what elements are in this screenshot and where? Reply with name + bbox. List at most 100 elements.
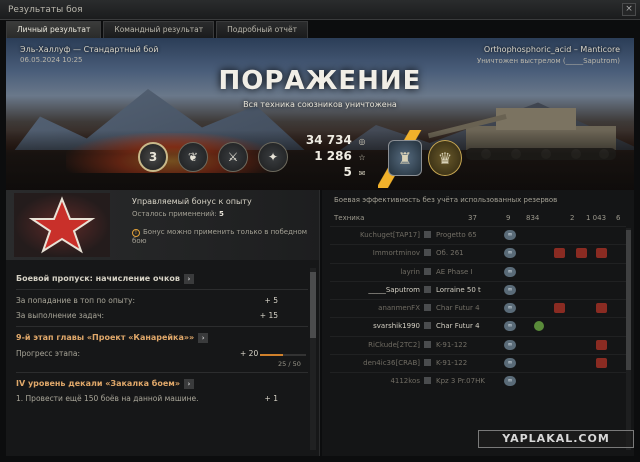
tank-name: K-91-122 xyxy=(436,340,468,349)
scrollbar[interactable] xyxy=(310,268,316,450)
table-row[interactable]: layrin AE Phase I ∞ xyxy=(330,262,626,281)
achievement-badges: 3 ❦ ⚔ ✦ xyxy=(138,142,288,172)
scrollbar-thumb[interactable] xyxy=(626,230,631,370)
list-item: 1. Провести ещё 150 боёв на данной машин… xyxy=(16,391,308,406)
table-row[interactable]: ananmenFX Char Futur 4 ∞ xyxy=(330,299,626,317)
crossed-medal-icon[interactable]: ✦ xyxy=(258,142,288,172)
item-value: + 5 xyxy=(264,296,278,305)
tab-personal[interactable]: Личный результат xyxy=(6,21,102,38)
window-titlebar: Результаты боя × xyxy=(0,0,640,20)
tank-class-icon xyxy=(424,377,431,385)
item-value: + 1 xyxy=(264,394,278,403)
efficiency-title: Боевая эффективность без учёта использов… xyxy=(334,196,558,204)
progress-bar xyxy=(260,354,306,356)
tab-team[interactable]: Командный результат xyxy=(103,21,215,38)
sword-medal-icon[interactable]: ⚔ xyxy=(218,142,248,172)
battle-result: ПОРАЖЕНИЕ xyxy=(218,66,422,96)
team-table-header: Техника 37 9 834 2 1 043 6 xyxy=(334,212,630,226)
star-icon: ☆ xyxy=(358,153,366,162)
col-header[interactable]: 1 043 xyxy=(586,214,606,222)
efficiency-icon: ∞ xyxy=(504,358,516,369)
efficiency-icon: ∞ xyxy=(504,284,516,295)
table-row[interactable]: svarshik1990 Char Futur 4 ∞ xyxy=(330,317,626,335)
class-rank-badge[interactable]: 3 xyxy=(138,142,168,172)
rank-medal-icon[interactable]: ♛ xyxy=(428,140,462,176)
scrollbar[interactable] xyxy=(626,228,631,450)
progress-label: Прогресс этапа: xyxy=(16,349,81,358)
chapter-title-text: 9-й этап главы «Проект «Канарейка»» xyxy=(16,333,195,342)
chevron-right-icon[interactable]: › xyxy=(198,332,209,343)
bonus-note: ! Бонус можно применить только в победном… xyxy=(132,228,319,245)
player-name: RiCkude[2TC2] xyxy=(368,340,420,349)
close-icon[interactable]: × xyxy=(622,3,636,16)
chapter-progress: Прогресс этапа: + 20 25 / 50 xyxy=(16,345,308,369)
tab-bar: Личный результат Командный результат Под… xyxy=(6,21,308,38)
efficiency-icon: ∞ xyxy=(504,339,516,350)
bonus-remaining: Осталось применений: 5 xyxy=(132,210,224,218)
battlepass-title-text: Боевой пропуск: начисление очков xyxy=(16,274,180,283)
divider xyxy=(16,289,308,290)
tank-class-icon xyxy=(424,304,431,312)
item-label: 1. Провести ещё 150 боёв на данной машин… xyxy=(16,394,199,403)
xp-bonus-box: Управляемый бонус к опыту Осталось приме… xyxy=(6,190,319,260)
free-xp-value: 5 xyxy=(343,165,352,179)
player-name: Kuchuget[TAP17] xyxy=(359,231,420,239)
progress-list: Боевой пропуск: начисление очков › За поп… xyxy=(16,268,308,454)
chevron-right-icon[interactable]: › xyxy=(183,378,194,389)
col-tech[interactable]: Техника xyxy=(334,214,364,222)
item-label: За выполнение задач: xyxy=(16,311,105,320)
decal-title: IV уровень декали «Закалка боем» › xyxy=(16,377,308,391)
table-row[interactable]: den4ic36[CRAB] K-91-122 ∞ xyxy=(330,354,626,372)
tank-name: AE Phase I xyxy=(436,267,473,276)
damage-marker-icon xyxy=(596,339,607,350)
bonus-note-text: Бонус можно применить только в победном … xyxy=(132,228,308,245)
player-name: den4ic36[CRAB] xyxy=(363,359,420,368)
battle-earnings: 34 734 ◎ 1 286 ☆ 5 ✉ xyxy=(290,133,368,181)
col-header[interactable]: 9 xyxy=(506,214,510,222)
efficiency-icon: ∞ xyxy=(504,266,516,277)
tank-class-icon xyxy=(424,359,431,367)
free-xp-line: 5 ✉ xyxy=(290,165,368,181)
mastery-medal-icon[interactable]: ♜ xyxy=(388,140,422,176)
col-header[interactable]: 834 xyxy=(526,214,539,222)
tank-class-icon xyxy=(424,340,431,348)
tank-name: K-91-122 xyxy=(436,359,468,368)
table-row[interactable]: _____Saputrom Lorraine 50 t ∞ xyxy=(330,280,626,299)
item-value: + 15 xyxy=(259,311,278,320)
credits-value: 34 734 xyxy=(305,133,352,147)
damage-marker-icon xyxy=(554,303,565,314)
progress-count: 25 / 50 xyxy=(278,360,301,368)
col-header[interactable]: 2 xyxy=(570,214,574,222)
table-row[interactable]: RiCkude[2TC2] K-91-122 ∞ xyxy=(330,335,626,354)
damage-marker-icon xyxy=(596,358,607,369)
free-xp-icon: ✉ xyxy=(358,169,366,178)
laurel-medal-icon[interactable]: ❦ xyxy=(178,142,208,172)
window-title: Результаты боя xyxy=(8,5,83,15)
scrollbar-thumb[interactable] xyxy=(310,272,316,338)
tab-details[interactable]: Подробный отчёт xyxy=(216,21,308,38)
list-item: За попадание в топ по опыту: + 5 xyxy=(16,293,308,308)
divider xyxy=(16,326,308,327)
chevron-right-icon[interactable]: › xyxy=(184,273,194,284)
bonus-remaining-label: Осталось применений: xyxy=(132,210,217,218)
table-row[interactable]: 4112kos Kpz 3 Pr.07HK ∞ xyxy=(330,372,626,390)
player-name: _____Saputrom xyxy=(368,285,420,294)
bonus-remaining-value: 5 xyxy=(219,210,224,218)
decal-title-text: IV уровень декали «Закалка боем» xyxy=(16,379,180,388)
efficiency-icon: ∞ xyxy=(504,303,516,314)
tank-class-icon xyxy=(424,285,431,293)
team-rows: Kuchuget[TAP17] Progetto 65 ∞ Immortminov Об… xyxy=(330,226,626,391)
player-name: Immortminov xyxy=(372,249,420,258)
player-name: svarshik1990 xyxy=(373,322,420,331)
player-name: ananmenFX xyxy=(378,304,420,313)
team-efficiency-panel: Боевая эффективность без учёта использов… xyxy=(322,190,634,456)
watermark: YAPLAKAL.COM xyxy=(478,430,634,448)
damage-marker-icon xyxy=(596,303,607,314)
table-row[interactable]: Kuchuget[TAP17] Progetto 65 ∞ xyxy=(330,226,626,244)
tank-name: Char Futur 4 xyxy=(436,304,480,313)
efficiency-icon: ∞ xyxy=(504,376,516,387)
table-row[interactable]: Immortminov Об. 261 ∞ xyxy=(330,244,626,262)
col-header[interactable]: 37 xyxy=(468,214,477,222)
damage-marker-icon xyxy=(576,248,587,259)
col-header[interactable]: 6 xyxy=(616,214,620,222)
